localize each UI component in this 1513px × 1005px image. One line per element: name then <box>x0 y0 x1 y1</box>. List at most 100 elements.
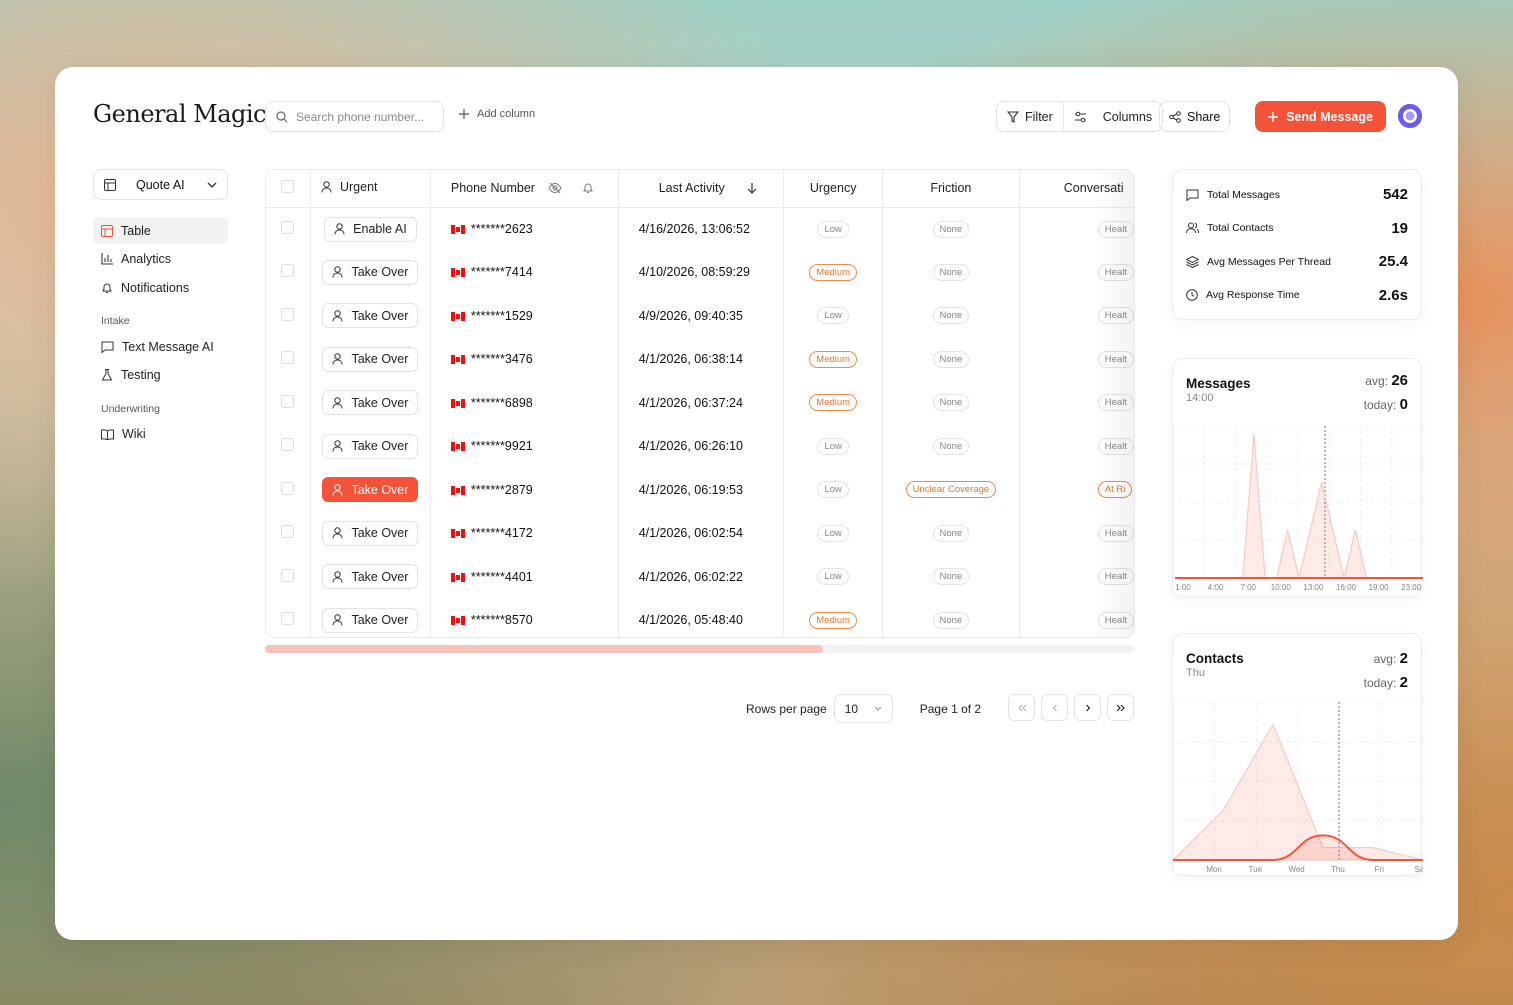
take-over-button[interactable]: Take Over <box>322 520 419 546</box>
take-over-button[interactable]: Take Over <box>322 564 419 590</box>
table-row[interactable]: Take Over *******4172 4/1/2026, 06:02:54… <box>266 511 1134 555</box>
table-row[interactable]: Take Over *******8570 4/1/2026, 05:48:40… <box>266 598 1134 637</box>
rows-per-page-select[interactable]: 10 <box>833 694 893 723</box>
select-all-checkbox[interactable] <box>281 180 295 194</box>
first-page-button[interactable] <box>1008 694 1035 721</box>
sidebar-item-notifications[interactable]: Notifications <box>93 274 228 301</box>
user-avatar[interactable] <box>1398 104 1422 128</box>
column-header-last-activity[interactable]: Last Activity <box>618 170 785 208</box>
view-toolbar: Filter Columns <box>996 101 1164 132</box>
sidebar-item-wiki[interactable]: Wiki <box>93 421 228 448</box>
column-header-conversation[interactable]: Conversati <box>1019 170 1134 208</box>
row-checkbox[interactable] <box>281 394 295 408</box>
contacts-chart: Mon Tue Wed Thu Fri Sat <box>1173 702 1423 874</box>
friction-cell: None <box>882 250 1020 294</box>
row-checkbox[interactable] <box>281 264 295 278</box>
last-activity-cell: 4/1/2026, 06:26:10 <box>618 424 785 468</box>
x-tick-label: 4:00 <box>1208 583 1224 592</box>
stat-value: 542 <box>1382 186 1408 204</box>
take-over-button[interactable]: Take Over <box>322 607 419 633</box>
share-button[interactable]: Share <box>1159 101 1231 132</box>
phone-cell: *******4401 <box>430 555 619 599</box>
eye-off-icon[interactable] <box>548 182 562 194</box>
phone-number: *******2879 <box>470 482 533 497</box>
phone-cell: *******2879 <box>430 468 619 512</box>
stat-label-group: Avg Messages Per Thread <box>1186 255 1379 268</box>
take-over-button[interactable]: Take Over <box>322 346 419 372</box>
scrollbar-thumb[interactable] <box>265 645 823 653</box>
row-checkbox[interactable] <box>281 525 295 539</box>
stat-label-group: Avg Response Time <box>1186 289 1379 301</box>
table-row[interactable]: Take Over *******3476 4/1/2026, 06:38:14… <box>266 337 1134 381</box>
row-checkbox[interactable] <box>281 612 295 626</box>
column-header-phone[interactable]: Phone Number <box>430 170 619 208</box>
filter-button[interactable]: Filter <box>997 102 1064 131</box>
bell-icon[interactable] <box>582 182 594 194</box>
friction-badge: None <box>932 307 970 325</box>
row-checkbox[interactable] <box>281 221 295 234</box>
chart-today: today: 0 <box>1364 396 1408 413</box>
workspace-selector[interactable]: Quote AI <box>93 169 228 200</box>
clock-icon <box>1186 289 1198 302</box>
user-icon <box>321 181 332 193</box>
last-page-button[interactable] <box>1107 694 1134 721</box>
stat-label-group: Total Messages <box>1186 189 1383 201</box>
table-row[interactable]: Take Over *******9921 4/1/2026, 06:26:10… <box>266 424 1134 468</box>
column-header-friction[interactable]: Friction <box>882 170 1020 208</box>
columns-button[interactable]: Columns <box>1064 102 1162 131</box>
enable-ai-button[interactable]: Enable AI <box>324 216 417 242</box>
table-row[interactable]: Take Over *******7414 4/10/2026, 08:59:2… <box>266 250 1134 294</box>
avg-label: avg: <box>1365 374 1388 388</box>
sidebar-item-analytics[interactable]: Analytics <box>93 246 228 273</box>
canada-flag-icon <box>450 225 465 235</box>
table-row[interactable]: Take Over *******6898 4/1/2026, 06:37:24… <box>266 381 1134 425</box>
avg-label: avg: <box>1373 652 1397 666</box>
arrow-down-icon[interactable] <box>747 182 757 194</box>
sidebar-item-text-message-ai[interactable]: Text Message AI <box>93 333 228 360</box>
row-checkbox[interactable] <box>281 438 295 452</box>
table-row[interactable]: Take Over *******2879 4/1/2026, 06:19:53… <box>266 468 1134 512</box>
previous-page-button[interactable] <box>1041 694 1068 721</box>
friction-badge: None <box>932 524 970 542</box>
friction-cell: None <box>882 555 1020 599</box>
canada-flag-icon <box>450 268 465 278</box>
user-icon <box>332 571 343 583</box>
sidebar-item-label: Notifications <box>121 280 190 295</box>
rows-per-page-value: 10 <box>844 701 859 716</box>
table-row[interactable]: Take Over *******4401 4/1/2026, 06:02:22… <box>266 555 1134 599</box>
row-checkbox[interactable] <box>281 568 295 582</box>
take-over-button[interactable]: Take Over <box>322 390 419 416</box>
row-checkbox[interactable] <box>281 481 295 495</box>
urgency-badge: Medium <box>809 394 858 412</box>
search-input[interactable] <box>296 109 436 124</box>
sidebar-item-testing[interactable]: Testing <box>93 362 228 389</box>
last-activity-cell: 4/1/2026, 06:02:54 <box>618 511 785 555</box>
table-row[interactable]: Enable AI *******2623 4/16/2026, 13:06:5… <box>266 207 1134 251</box>
stat-label: Total Contacts <box>1207 222 1274 235</box>
send-message-button[interactable]: Send Message <box>1255 101 1386 132</box>
add-column-button[interactable]: Add column <box>459 108 535 120</box>
stat-label: Avg Messages Per Thread <box>1207 255 1331 268</box>
take-over-button[interactable]: Take Over <box>322 477 419 503</box>
search-box[interactable] <box>265 101 444 132</box>
row-checkbox[interactable] <box>281 307 295 321</box>
bell-icon <box>101 282 113 294</box>
friction-badge: Unclear Coverage <box>905 481 997 499</box>
sidebar-item-table[interactable]: Table <box>93 217 228 244</box>
table-row[interactable]: Take Over *******1529 4/9/2026, 09:40:35… <box>266 294 1134 338</box>
take-over-button[interactable]: Take Over <box>322 433 419 459</box>
next-page-button[interactable] <box>1074 694 1101 721</box>
conversation-cell: At Ri <box>1019 468 1134 512</box>
column-header-urgency[interactable]: Urgency <box>783 170 883 208</box>
action-label: Take Over <box>351 569 409 584</box>
horizontal-scrollbar[interactable] <box>265 645 1135 653</box>
user-icon <box>332 527 343 539</box>
take-over-button[interactable]: Take Over <box>322 303 419 329</box>
take-over-button[interactable]: Take Over <box>322 259 419 285</box>
canada-flag-icon <box>450 572 465 582</box>
column-header-urgent[interactable]: Urgent <box>310 170 431 208</box>
phone-number: *******2623 <box>470 222 533 236</box>
row-checkbox[interactable] <box>281 351 295 365</box>
friction-cell: Unclear Coverage <box>882 468 1020 512</box>
phone-number: *******4172 <box>470 526 533 541</box>
